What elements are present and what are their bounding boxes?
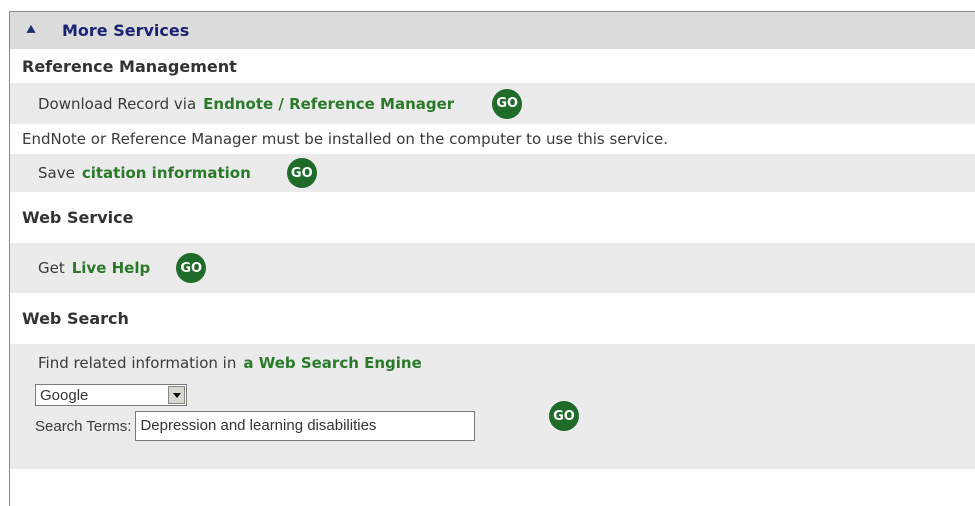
find-related-prefix: Find related information in [38, 354, 237, 372]
section-title-web-service: Web Service [10, 192, 975, 243]
section-title-reference-management: Reference Management [10, 49, 975, 83]
more-services-title: More Services [62, 21, 190, 40]
web-search-engine-link[interactable]: a Web Search Engine [243, 354, 421, 372]
more-services-panel: ⯅ More Services Reference Management Dow… [10, 12, 975, 469]
download-record-row: Download Record via Endnote / Reference … [10, 83, 975, 124]
endnote-reference-manager-link[interactable]: Endnote / Reference Manager [203, 95, 454, 113]
search-terms-row: Search Terms: Depression and learning di… [35, 411, 476, 441]
live-help-row: Get Live Help GO [10, 243, 975, 293]
save-citation-band: Save citation information GO [10, 154, 975, 192]
search-engine-selected-value: Google [40, 386, 89, 404]
select-dropdown-arrow-icon[interactable] [168, 386, 185, 404]
live-help-band: Get Live Help GO [10, 243, 975, 293]
more-services-header[interactable]: ⯅ More Services [10, 12, 975, 49]
download-record-prefix: Download Record via [38, 94, 197, 113]
go-button-citation[interactable]: GO [286, 158, 317, 188]
double-chevron-up-icon[interactable]: ⯅ [25, 23, 43, 38]
section-title-web-search: Web Search [10, 293, 975, 344]
go-button-endnote[interactable]: GO [492, 88, 523, 119]
find-related-row: Find related information in a Web Search… [10, 344, 975, 382]
save-citation-row: Save citation information GO [10, 154, 975, 192]
search-engine-select[interactable]: Google [35, 384, 187, 406]
search-terms-input[interactable]: Depression and learning disabilities [135, 411, 476, 441]
endnote-install-note: EndNote or Reference Manager must be ins… [22, 130, 668, 148]
search-terms-label: Search Terms: [35, 417, 132, 435]
go-button-live-help[interactable]: GO [176, 253, 207, 283]
live-help-link[interactable]: Live Help [72, 259, 150, 277]
live-help-prefix: Get [38, 259, 65, 277]
search-engine-select-wrap: Google [35, 384, 187, 406]
save-citation-prefix: Save [38, 164, 75, 182]
web-search-band: Find related information in a Web Search… [10, 344, 975, 469]
reference-management-download-band: Download Record via Endnote / Reference … [10, 83, 975, 124]
citation-information-link[interactable]: citation information [82, 164, 251, 182]
go-button-web-search[interactable]: GO [549, 401, 579, 431]
services-frame: ⯅ More Services Reference Management Dow… [0, 0, 975, 506]
